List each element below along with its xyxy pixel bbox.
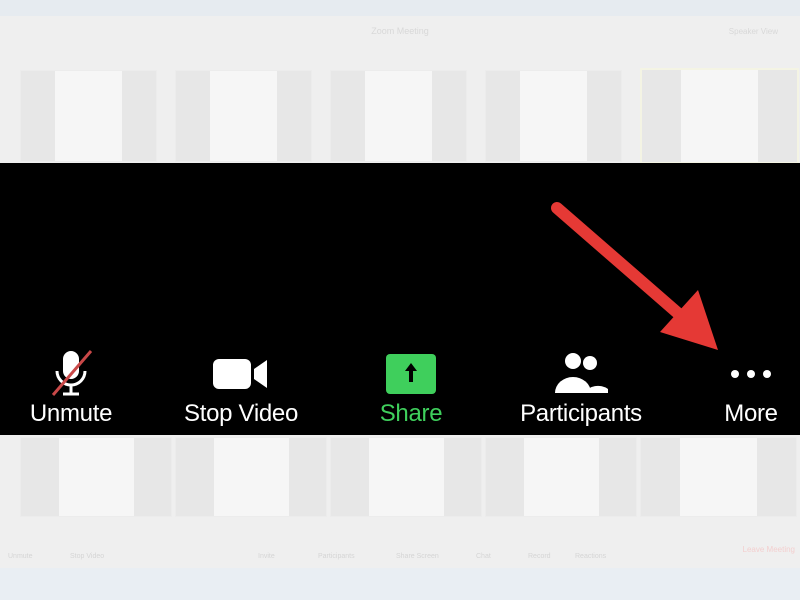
red-arrow-annotation — [551, 202, 718, 350]
